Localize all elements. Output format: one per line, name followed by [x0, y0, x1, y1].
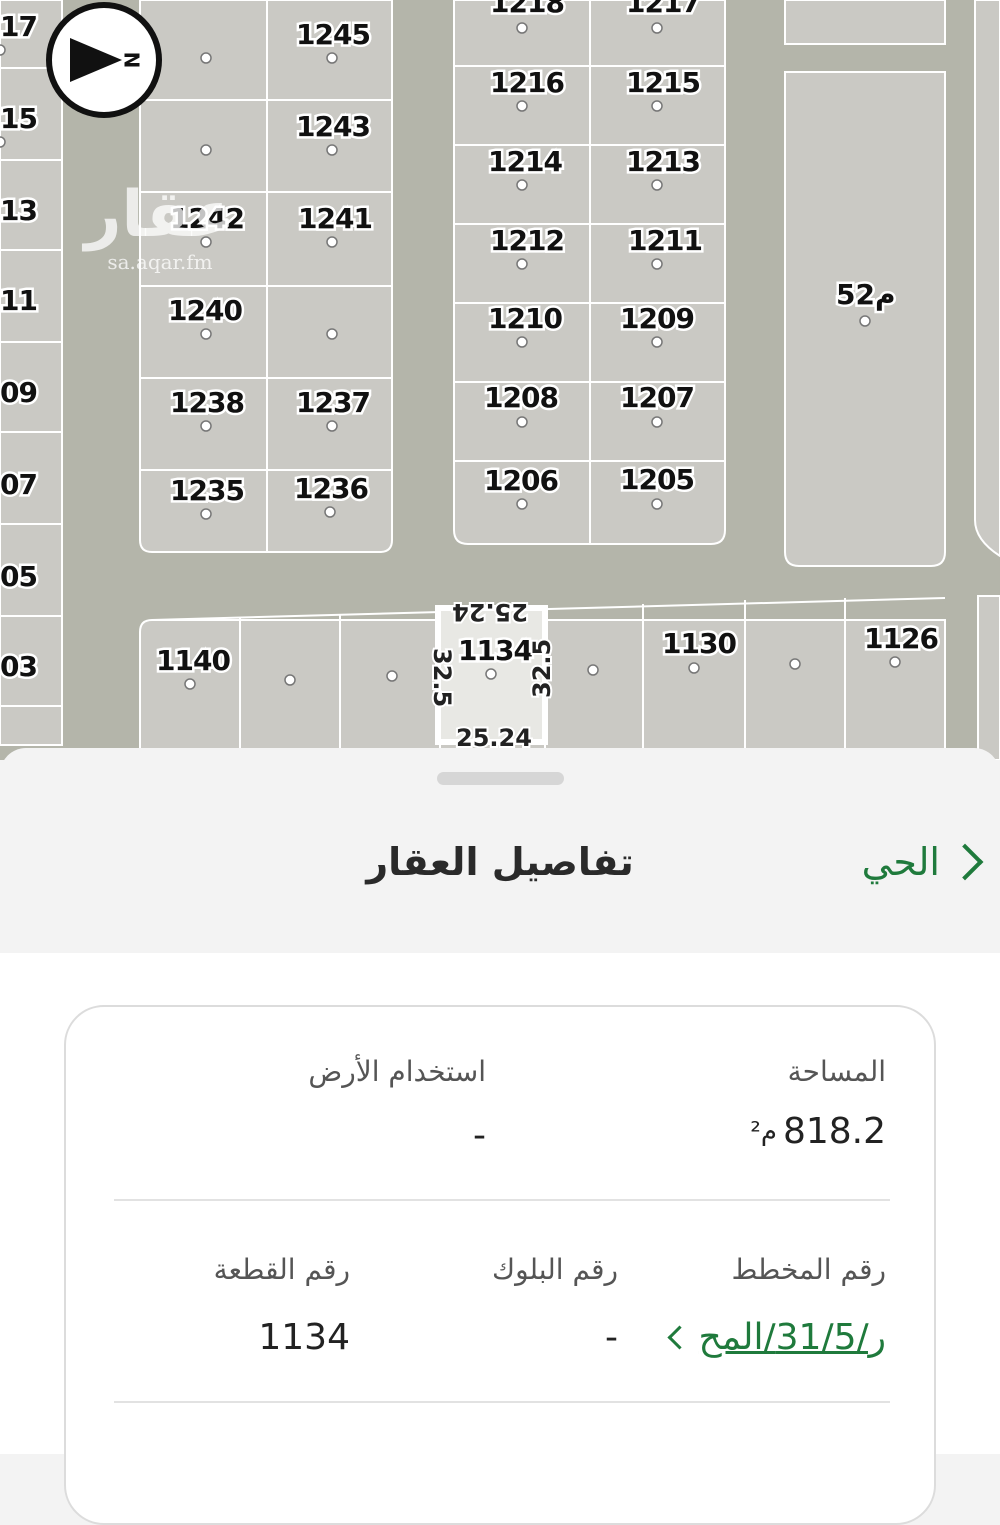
sheet-title: تفاصيل العقار — [366, 840, 634, 884]
plan-number-value: ر/31/5/المح — [667, 1317, 886, 1358]
plot-label: 13 — [0, 194, 37, 227]
selected-plot-label: 1134 — [458, 634, 532, 667]
block-number-value: - — [605, 1317, 618, 1358]
dimension-left: 32.5 — [428, 648, 456, 707]
sheet-drag-handle[interactable] — [437, 772, 564, 785]
park-label: 52م — [836, 278, 896, 311]
plot-label: 1241 — [298, 202, 372, 235]
area-value: م² 818.2 — [750, 1111, 886, 1152]
plot-number-value: 1134 — [258, 1317, 350, 1358]
plot-label: 1238 — [170, 386, 244, 419]
plan-number-link[interactable]: ر/31/5/المح — [667, 1317, 886, 1358]
divider — [114, 1199, 890, 1201]
plot-label: 17 — [0, 10, 37, 43]
plot-label: 1243 — [296, 110, 370, 143]
land-use-label: استخدام الأرض — [308, 1055, 486, 1088]
divider — [114, 1401, 890, 1403]
plot-label: 1206 — [484, 464, 558, 497]
watermark-logo: عقار — [84, 178, 236, 252]
plot-label: 1209 — [620, 302, 694, 335]
plot-label: 1130 — [662, 627, 736, 660]
plot-label: 1240 — [168, 294, 242, 327]
dimension-top: 25.24 — [452, 598, 528, 626]
plot-label: 1212 — [490, 224, 564, 257]
block-bottom — [139, 595, 1000, 760]
plot-label: 1126 — [864, 622, 938, 655]
plot-label: 05 — [0, 560, 37, 593]
plot-label: 1216 — [490, 66, 564, 99]
plot-label: 1245 — [296, 18, 370, 51]
plot-label: 1215 — [626, 66, 700, 99]
block-top-left — [139, 0, 393, 553]
plot-label: 1211 — [628, 224, 702, 257]
watermark-url: sa.aqar.fm — [107, 250, 213, 274]
area-number: 818.2 — [782, 1111, 886, 1152]
plot-label: 1207 — [620, 381, 694, 414]
block-number-label: رقم البلوك — [491, 1253, 618, 1286]
map-canvas[interactable]: 1245 1243 1242 1241 1240 1238 1237 1235 … — [0, 0, 1000, 760]
plot-label: 1140 — [156, 644, 230, 677]
plot-label: 09 — [0, 376, 37, 409]
watermark: عقار sa.aqar.fm — [80, 180, 240, 274]
neighborhood-label: الحي — [861, 840, 940, 884]
plot-label: 03 — [0, 650, 37, 683]
compass-arrow-icon — [70, 38, 122, 82]
plot-label: 15 — [0, 102, 37, 135]
chevron-left-icon — [667, 1325, 693, 1350]
plan-number-label: رقم المخطط — [731, 1253, 886, 1286]
plot-label: 1236 — [294, 472, 368, 505]
plot-label: 07 — [0, 468, 37, 501]
area-unit: م² — [750, 1116, 777, 1147]
plot-label: 1208 — [484, 381, 558, 414]
chevron-right-icon — [946, 843, 984, 881]
details-card: المساحة م² 818.2 استخدام الأرض - رقم الم… — [64, 1005, 936, 1525]
details-content: المساحة م² 818.2 استخدام الأرض - رقم الم… — [0, 953, 1000, 1525]
plot-label: 1214 — [488, 145, 562, 178]
plot-label: 1210 — [488, 302, 562, 335]
neighborhood-back-button[interactable]: الحي — [861, 840, 984, 884]
land-use-value: - — [473, 1115, 486, 1156]
plot-label: 1235 — [170, 474, 244, 507]
area-label: المساحة — [787, 1055, 886, 1088]
plot-label: 1213 — [626, 145, 700, 178]
map-view[interactable]: 1245 1243 1242 1241 1240 1238 1237 1235 … — [0, 0, 1000, 760]
plot-label: 1217 — [626, 0, 700, 19]
dimension-right: 32.5 — [528, 639, 556, 698]
compass-north-letter: N — [120, 51, 145, 69]
plot-number-label: رقم القطعة — [213, 1253, 350, 1286]
plan-number-text: ر/31/5/المح — [698, 1317, 886, 1358]
plot-label: 1205 — [620, 463, 694, 496]
plot-label: 1218 — [490, 0, 564, 19]
property-details-sheet: تفاصيل العقار الحي المساحة م² 818.2 استخ… — [0, 748, 1000, 1525]
plot-label: 1237 — [296, 386, 370, 419]
plot-label: 11 — [0, 284, 37, 317]
compass-button[interactable]: N — [46, 2, 162, 118]
